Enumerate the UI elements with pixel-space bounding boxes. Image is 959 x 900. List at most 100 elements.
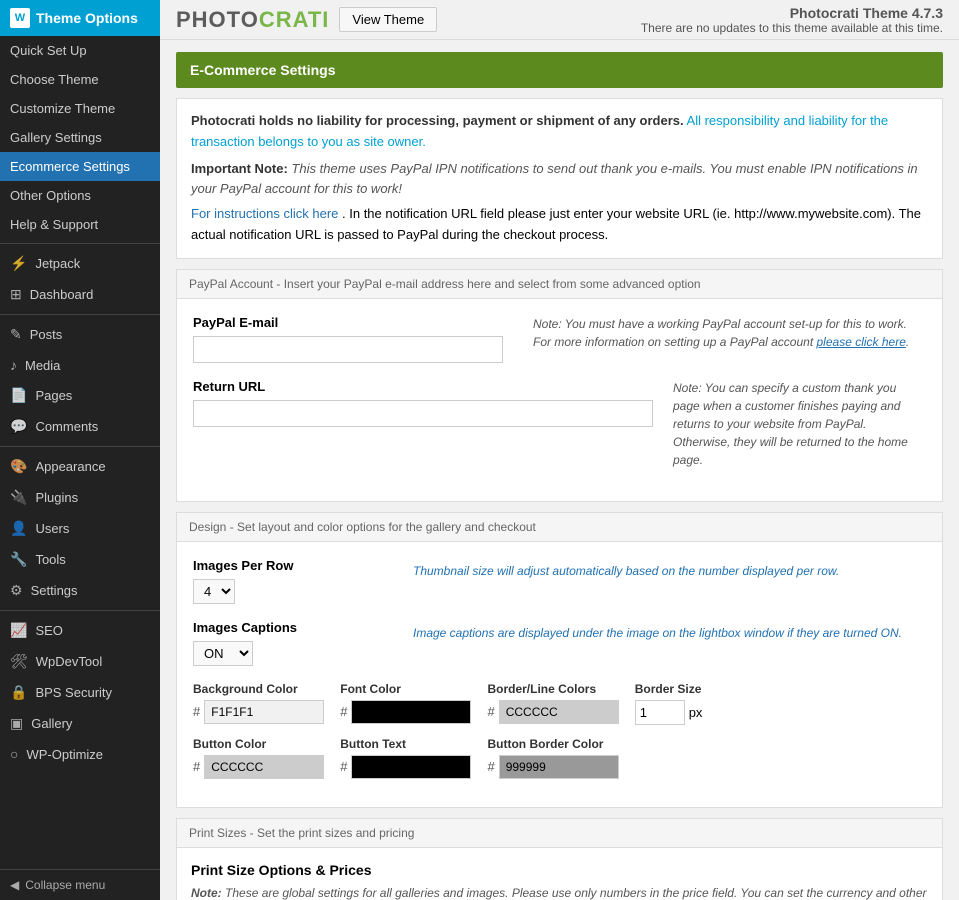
background-color-input-wrap: # [193, 700, 324, 724]
paypal-email-label: PayPal E-mail [193, 315, 513, 330]
comments-icon: 💬 [10, 418, 27, 435]
gallery-icon: ▣ [10, 715, 23, 732]
sidebar-item-pages[interactable]: 📄 Pages [0, 380, 160, 411]
return-url-input[interactable] [193, 400, 653, 427]
sidebar-item-customize-theme[interactable]: Customize Theme [0, 94, 160, 123]
plugins-icon: 🔌 [10, 489, 27, 506]
dashboard-label: Dashboard [30, 287, 94, 302]
button-color-input[interactable] [204, 755, 324, 779]
sidebar-item-seo[interactable]: 📈 SEO [0, 615, 160, 646]
sidebar-item-gallery-settings[interactable]: Gallery Settings [0, 123, 160, 152]
paypal-email-note: Note: You must have a working PayPal acc… [533, 315, 926, 351]
customize-theme-label: Customize Theme [10, 101, 115, 116]
button-border-input[interactable] [499, 755, 619, 779]
sidebar-item-posts[interactable]: ✎ Posts [0, 319, 160, 350]
sidebar-item-plugins[interactable]: 🔌 Plugins [0, 482, 160, 513]
btn-border-hash: # [487, 759, 494, 774]
border-size-wrap: px [635, 700, 703, 725]
paypal-section-body: PayPal E-mail Note: You must have a work… [176, 298, 943, 502]
sidebar-item-jetpack[interactable]: ⚡ Jetpack [0, 248, 160, 279]
button-text-group: Button Text # [340, 737, 471, 779]
page-content: E-Commerce Settings Photocrati holds no … [160, 40, 959, 900]
sidebar-item-quick-setup[interactable]: Quick Set Up [0, 36, 160, 65]
sidebar-item-choose-theme[interactable]: Choose Theme [0, 65, 160, 94]
view-theme-button[interactable]: View Theme [339, 7, 437, 32]
button-border-label: Button Border Color [487, 737, 618, 751]
sidebar-item-settings[interactable]: ⚙ Settings [0, 575, 160, 606]
tools-icon: 🔧 [10, 551, 27, 568]
image-captions-label: Images Captions [193, 620, 393, 635]
warning-bold: Photocrati holds no liability for proces… [191, 113, 684, 128]
sidebar-item-bps-security[interactable]: 🔒 BPS Security [0, 677, 160, 708]
info-box: Photocrati holds no liability for proces… [176, 98, 943, 259]
font-color-group: Font Color # [340, 682, 471, 725]
appearance-icon: 🎨 [10, 458, 27, 475]
print-note-prefix: Note: [191, 886, 222, 900]
plugins-label: Plugins [35, 490, 78, 505]
sidebar-item-appearance[interactable]: 🎨 Appearance [0, 451, 160, 482]
sidebar-header[interactable]: W Theme Options [0, 0, 160, 36]
sidebar-item-help-support[interactable]: Help & Support [0, 210, 160, 239]
wp-icon: W [10, 8, 30, 28]
button-color-group: Button Color # [193, 737, 324, 779]
gallery-label: Gallery [31, 716, 72, 731]
button-color-label: Button Color [193, 737, 324, 751]
sidebar-item-media[interactable]: ♪ Media [0, 350, 160, 380]
images-per-row-group: Images Per Row 1 2 3 4 5 6 [193, 558, 393, 604]
button-color-input-wrap: # [193, 755, 324, 779]
colors-row-1: Background Color # Font Color # [193, 682, 926, 725]
theme-version: Photocrati Theme 4.7.3 [641, 5, 943, 21]
collapse-menu[interactable]: ◀ Collapse menu [0, 869, 160, 900]
button-border-group: Button Border Color # [487, 737, 618, 779]
theme-info: Photocrati Theme 4.7.3 There are no upda… [641, 5, 943, 35]
images-per-row-select[interactable]: 1 2 3 4 5 6 [193, 579, 235, 604]
border-color-input[interactable] [499, 700, 619, 724]
sidebar-item-users[interactable]: 👤 Users [0, 513, 160, 544]
settings-icon: ⚙ [10, 582, 23, 599]
border-hash: # [487, 704, 494, 719]
border-size-input[interactable] [635, 700, 685, 725]
sidebar-item-wp-optimize[interactable]: ○ WP-Optimize [0, 739, 160, 769]
sidebar: W Theme Options Quick Set Up Choose Them… [0, 0, 160, 900]
sidebar-item-dashboard[interactable]: ⊞ Dashboard [0, 279, 160, 310]
button-text-input-wrap: # [340, 755, 471, 779]
sidebar-item-ecommerce-settings[interactable]: Ecommerce Settings [0, 152, 160, 181]
sidebar-item-wpdevtool[interactable]: 🛠 WpDevTool [0, 646, 160, 677]
wp-optimize-label: WP-Optimize [26, 747, 103, 762]
page-title: E-Commerce Settings [176, 52, 943, 88]
border-size-group: Border Size px [635, 682, 703, 725]
return-url-label: Return URL [193, 379, 653, 394]
sidebar-item-comments[interactable]: 💬 Comments [0, 411, 160, 442]
dashboard-icon: ⊞ [10, 286, 22, 303]
posts-icon: ✎ [10, 326, 22, 343]
media-icon: ♪ [10, 357, 17, 373]
comments-label: Comments [35, 419, 98, 434]
paypal-click-link[interactable]: please click here [817, 335, 906, 349]
theme-options-menu: Quick Set Up Choose Theme Customize Them… [0, 36, 160, 239]
appearance-label: Appearance [35, 459, 105, 474]
images-per-row-label: Images Per Row [193, 558, 393, 573]
image-captions-group: Images Captions ON OFF [193, 620, 393, 666]
sidebar-item-other-options[interactable]: Other Options [0, 181, 160, 210]
pages-icon: 📄 [10, 387, 27, 404]
choose-theme-label: Choose Theme [10, 72, 99, 87]
font-color-label: Font Color [340, 682, 471, 696]
ipn-instructions-link[interactable]: For instructions click here [191, 206, 338, 221]
posts-label: Posts [30, 327, 63, 342]
tools-label: Tools [35, 552, 65, 567]
font-hash: # [340, 704, 347, 719]
images-per-row-note: Thumbnail size will adjust automatically… [413, 558, 926, 578]
background-color-input[interactable] [204, 700, 324, 724]
image-captions-select[interactable]: ON OFF [193, 641, 253, 666]
quick-setup-label: Quick Set Up [10, 43, 87, 58]
print-size-title: Print Size Options & Prices [191, 862, 928, 878]
button-text-swatch[interactable] [351, 755, 471, 779]
other-options-label: Other Options [10, 188, 91, 203]
font-color-swatch[interactable] [351, 700, 471, 724]
paypal-email-group: PayPal E-mail [193, 315, 513, 363]
sidebar-item-tools[interactable]: 🔧 Tools [0, 544, 160, 575]
wp-optimize-icon: ○ [10, 746, 18, 762]
paypal-email-input[interactable] [193, 336, 503, 363]
sidebar-item-gallery[interactable]: ▣ Gallery [0, 708, 160, 739]
help-support-label: Help & Support [10, 217, 98, 232]
